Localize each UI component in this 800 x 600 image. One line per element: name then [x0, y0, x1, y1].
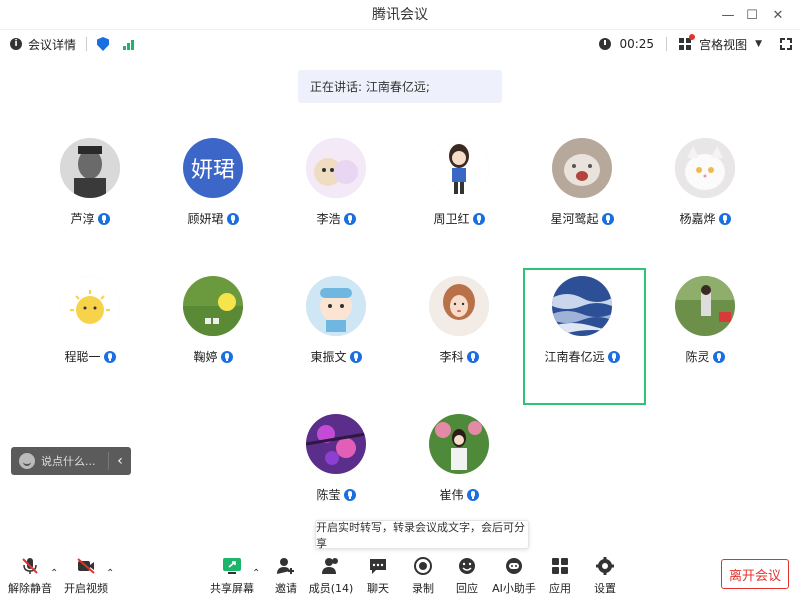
avatar — [429, 138, 489, 198]
leave-meeting-button[interactable]: 离开会议 — [721, 559, 789, 589]
participant-tile[interactable]: 李浩 — [276, 138, 396, 268]
participant-tile[interactable]: 陈灵 — [645, 276, 765, 406]
meeting-timer: 00:25 — [619, 37, 655, 51]
participant-name: 程聪一 — [30, 348, 150, 365]
participant-name: 陈灵 — [645, 348, 765, 365]
participant-tile[interactable]: 程聪一 — [30, 276, 150, 406]
ai-assistant-icon — [504, 556, 524, 576]
meeting-status-group: 00:25 宫格视图 ▼ — [599, 30, 793, 58]
participant-name: 星河鹭起 — [522, 210, 642, 227]
close-icon[interactable]: ✕ — [766, 0, 790, 30]
info-icon[interactable]: i — [10, 38, 22, 50]
add-person-icon — [276, 556, 296, 576]
quick-chat-input[interactable]: 说点什么... ‹ — [11, 447, 131, 475]
participant-tile[interactable]: 杨嘉烨 — [645, 138, 765, 268]
participant-tile[interactable]: 周卫红 — [399, 138, 519, 268]
participant-name: 杨嘉烨 — [645, 210, 765, 227]
microphone-icon — [97, 212, 110, 225]
minimize-icon[interactable]: — — [716, 0, 740, 30]
participant-tile-active[interactable]: 江南春亿远 — [522, 276, 642, 406]
participant-tile[interactable]: 妍珺 顾妍珺 — [153, 138, 273, 268]
avatar — [306, 276, 366, 336]
participant-tile[interactable]: 芦淳 — [30, 138, 150, 268]
network-signal-icon[interactable] — [123, 38, 135, 50]
microphone-icon — [712, 350, 725, 363]
avatar — [60, 276, 120, 336]
microphone-icon — [607, 350, 620, 363]
participant-name: 芦淳 — [30, 210, 150, 227]
avatar — [675, 138, 735, 198]
participant-name: 陈莹 — [276, 486, 396, 503]
fullscreen-icon[interactable] — [779, 37, 793, 51]
microphone-icon — [349, 350, 362, 363]
microphone-icon — [601, 212, 614, 225]
share-screen-icon — [222, 556, 242, 576]
emoji-reaction-icon — [457, 556, 477, 576]
security-shield-icon[interactable] — [97, 37, 110, 51]
participant-name: 江南春亿远 — [522, 348, 642, 365]
participant-name: 鞠婷 — [153, 348, 273, 365]
avatar — [183, 276, 243, 336]
microphone-icon — [466, 488, 479, 501]
members-icon — [321, 556, 341, 576]
microphone-icon — [343, 488, 356, 501]
meeting-details-link[interactable]: 会议详情 — [28, 36, 76, 53]
avatar — [429, 276, 489, 336]
title-bar: 腾讯会议 — ☐ ✕ — [0, 0, 800, 30]
avatar — [552, 276, 612, 336]
participant-tile[interactable]: 李科 — [399, 276, 519, 406]
avatar — [306, 138, 366, 198]
gear-icon — [595, 556, 615, 576]
avatar — [306, 414, 366, 474]
chevron-left-icon[interactable]: ‹ — [109, 453, 131, 469]
avatar: 妍珺 — [183, 138, 243, 198]
divider — [666, 37, 668, 51]
divider — [86, 37, 88, 51]
apps-grid-icon — [550, 556, 570, 576]
avatar — [60, 138, 120, 198]
participant-name: 崔伟 — [399, 486, 519, 503]
emoji-icon[interactable] — [19, 453, 35, 469]
active-speaker-banner: 正在讲话: 江南春亿远; — [298, 70, 502, 103]
microphone-muted-icon — [20, 556, 40, 576]
microphone-icon — [226, 212, 239, 225]
grid-view-icon[interactable] — [679, 34, 696, 50]
avatar — [675, 276, 735, 336]
participant-name: 顾妍珺 — [153, 210, 273, 227]
microphone-icon — [472, 212, 485, 225]
transcription-tip[interactable]: 开启实时转写，转录会议成文字，会后可分享 — [315, 520, 529, 550]
participant-tile[interactable]: 鞠婷 — [153, 276, 273, 406]
microphone-icon — [103, 350, 116, 363]
chat-placeholder[interactable]: 说点什么... — [41, 453, 96, 469]
microphone-icon — [220, 350, 233, 363]
settings-button[interactable]: 设置 — [577, 552, 633, 600]
bottom-toolbar: 解除静音 ⌃ 开启视频 ⌃ 共享屏幕 ⌃ 邀请 成员(14) 聊天 录制 回应 … — [0, 552, 800, 600]
record-icon — [413, 556, 433, 576]
participant-name: 李浩 — [276, 210, 396, 227]
participant-tile[interactable]: 星河鹭起 — [522, 138, 642, 268]
meeting-info-bar: i 会议详情 00:25 宫格视图 ▼ — [0, 30, 800, 58]
avatar — [552, 138, 612, 198]
chat-bubble-icon — [368, 556, 388, 576]
microphone-icon — [466, 350, 479, 363]
video-off-icon — [76, 556, 96, 576]
window-title: 腾讯会议 — [372, 7, 428, 23]
microphone-icon — [343, 212, 356, 225]
participant-name: 東振文 — [276, 348, 396, 365]
maximize-icon[interactable]: ☐ — [740, 0, 764, 30]
participant-name: 李科 — [399, 348, 519, 365]
meeting-details-group: i 会议详情 — [10, 30, 135, 58]
view-mode-dropdown[interactable]: 宫格视图 — [699, 36, 747, 53]
participant-name: 周卫红 — [399, 210, 519, 227]
chevron-down-icon[interactable]: ▼ — [755, 39, 762, 49]
participant-tile[interactable]: 東振文 — [276, 276, 396, 406]
avatar — [429, 414, 489, 474]
microphone-icon — [718, 212, 731, 225]
clock-icon — [599, 38, 612, 50]
chevron-up-icon[interactable]: ⌃ — [106, 568, 114, 579]
